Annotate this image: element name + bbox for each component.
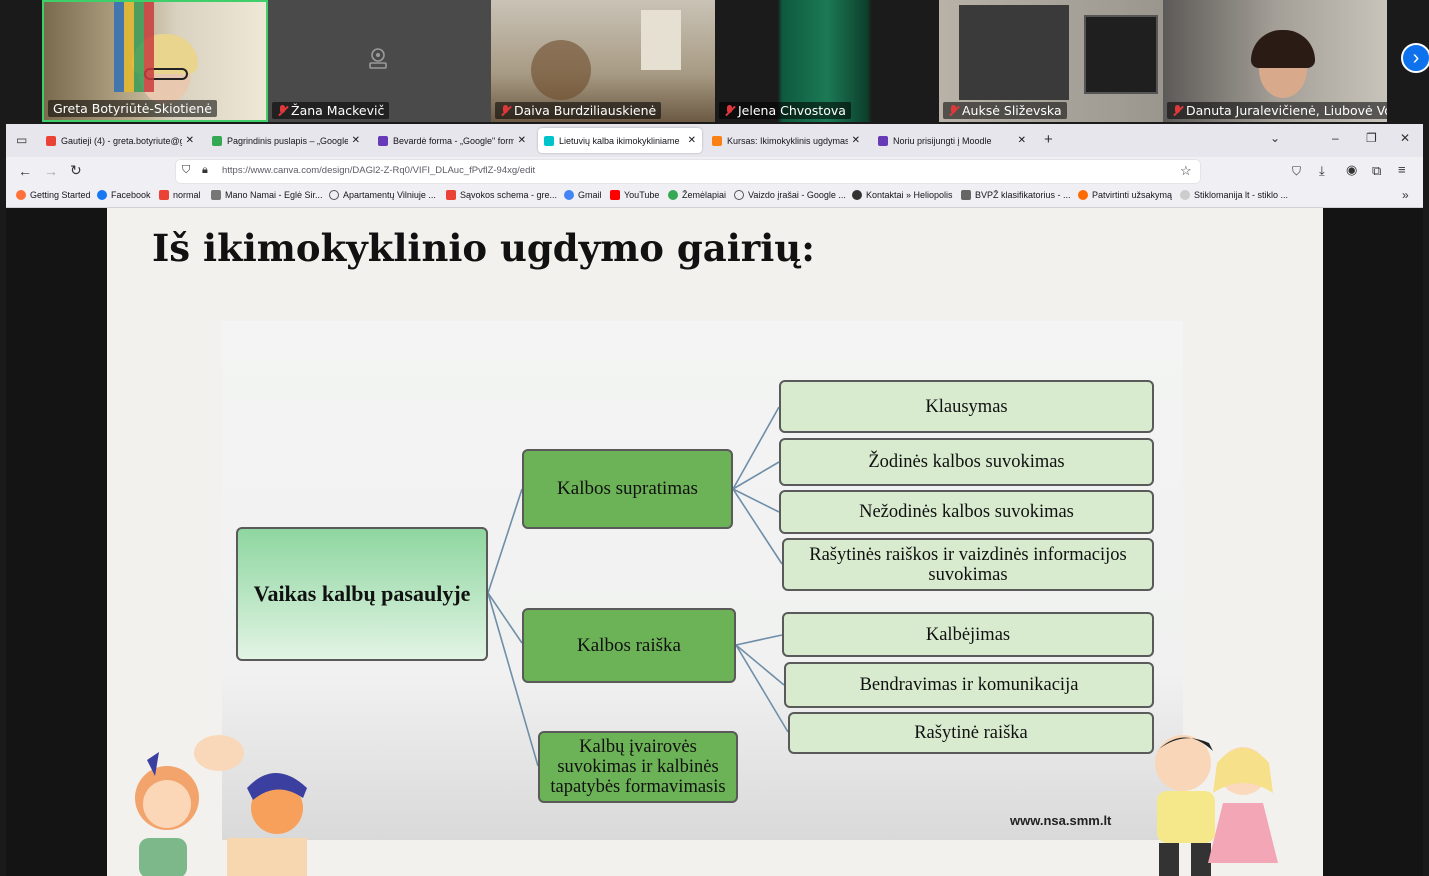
reload-icon[interactable]: ↻ — [70, 162, 82, 179]
bookmark-item[interactable]: Vaizdo įrašai - Google ... — [734, 185, 846, 205]
forms-icon — [378, 135, 388, 146]
bookmark-item[interactable]: Facebook — [97, 185, 151, 205]
diagram-leaf-node: Žodinės kalbos suvokimas — [779, 438, 1154, 486]
video-strip: Greta Botyriūtė-Skiotienė Žana Mackevič … — [0, 0, 1429, 122]
diagram-leaf-node: Nežodinės kalbos suvokimas — [779, 490, 1154, 534]
canva-icon — [544, 135, 554, 146]
back-arrow-icon[interactable]: ← — [18, 163, 32, 179]
drive-icon — [212, 135, 222, 146]
pocket-icon[interactable]: ⛉ — [1292, 164, 1301, 179]
close-tab-icon[interactable]: ✕ — [1018, 135, 1026, 146]
diagram-leaf-node: Kalbėjimas — [782, 612, 1154, 657]
bookmark-item[interactable]: Patvirtinti užsakymą — [1078, 185, 1172, 205]
bookmark-item[interactable]: normal — [159, 185, 201, 205]
diagram-branch-node: Kalbos raiška — [522, 608, 736, 683]
participant-name: Žana Mackevič — [272, 102, 390, 119]
muted-mic-icon — [500, 104, 511, 117]
diagram-leaf-node: Rašytinės raiškos ir vaizdinės informaci… — [782, 538, 1154, 591]
bookmark-item[interactable]: Kontaktai » Heliopolis — [852, 185, 953, 205]
participant-tile[interactable]: Daiva Burdziliauskienė — [491, 0, 715, 122]
wall-tv — [1084, 15, 1158, 94]
diagram-leaf-node: Bendravimas ir komunikacija — [784, 662, 1154, 708]
camera-off-icon — [366, 46, 390, 70]
forms-icon — [878, 135, 888, 146]
presentation-slide: Iš ikimokyklinio ugdymo gairių: Vaikas k… — [107, 208, 1323, 876]
chevron-right-icon: › — [1412, 47, 1420, 69]
browser-tab[interactable]: Pagrindinis puslapis – „Google ✕ — [206, 128, 366, 153]
diagram-leaf-node: Klausymas — [779, 380, 1154, 433]
diagram-branch-node: Kalbų įvairovės suvokimas ir kalbinės ta… — [538, 731, 738, 803]
participant-tile[interactable]: Žana Mackevič — [268, 0, 491, 122]
close-tab-icon[interactable]: ✕ — [852, 135, 860, 146]
diagram-root-node: Vaikas kalbų pasaulyje — [236, 527, 488, 661]
close-tab-icon[interactable]: ✕ — [688, 135, 696, 146]
muted-mic-icon — [948, 104, 959, 117]
browser-tab-active[interactable]: Lietuvių kalba ikimokykliniame ✕ — [538, 128, 702, 153]
tab-list-icon[interactable]: ▭ — [16, 133, 27, 147]
bookmark-item[interactable]: Apartamentų Vilniuje ... — [329, 185, 436, 205]
participant-name: Auksė Sliževska — [943, 102, 1067, 119]
participant-name: Danuta Juralevičienė, Liubovė Vo... — [1167, 102, 1387, 119]
participant-name: Daiva Burdziliauskienė — [495, 102, 662, 119]
bookmark-item[interactable]: Stiklomanija lt - stiklo ... — [1180, 185, 1288, 205]
forward-arrow-icon[interactable]: → — [44, 163, 58, 179]
shield-icon[interactable]: ⛉ — [182, 164, 190, 177]
concept-diagram: Vaikas kalbų pasaulyje Kalbos supratimas… — [222, 321, 1183, 840]
next-page-button[interactable]: › — [1401, 43, 1429, 73]
browser-tab[interactable]: Gautieji (4) - greta.botyriute@g ✕ — [40, 128, 200, 153]
menu-icon[interactable]: ≡ — [1398, 162, 1406, 177]
url-text[interactable]: https://www.canva.com/design/DAGl2-Z-Rq0… — [222, 165, 535, 176]
minimize-button[interactable]: – — [1332, 131, 1339, 145]
browser-tab[interactable]: Noriu prisijungti į Moodle ✕ — [872, 128, 1032, 153]
extensions-icon[interactable]: ⧉ — [1372, 163, 1381, 179]
download-icon[interactable]: ⤓ — [1319, 163, 1325, 179]
close-window-button[interactable]: ✕ — [1400, 131, 1410, 145]
browser-tab[interactable]: Bevardė forma - „Google" form ✕ — [372, 128, 532, 153]
browser-window: ▭ Gautieji (4) - greta.botyriute@g ✕ Pagr… — [6, 124, 1423, 208]
participant-tile[interactable]: Greta Botyriūtė-Skiotienė — [42, 0, 268, 122]
address-bar[interactable]: ⛉ 🔒︎ https://www.canva.com/design/DAGl2-… — [176, 160, 1200, 183]
bookmark-item[interactable]: Gmail — [564, 185, 602, 205]
diagram-branch-node: Kalbos supratimas — [522, 449, 733, 529]
participant-tile[interactable]: Danuta Juralevičienė, Liubovė Vo... — [1163, 0, 1387, 122]
more-bookmarks-chevron-icon[interactable]: » — [1402, 188, 1409, 202]
bookmark-item[interactable]: YouTube — [610, 185, 659, 205]
source-url: www.nsa.smm.lt — [1010, 813, 1112, 828]
browser-tab[interactable]: Kursas: Ikimokyklinis ugdymas (✕ — [706, 128, 866, 153]
bookmark-item[interactable]: Mano Namai - Eglė Sir... — [211, 185, 323, 205]
bookmark-item[interactable]: Getting Started — [16, 185, 91, 205]
new-tab-button[interactable]: + — [1044, 131, 1053, 148]
bookmark-item[interactable]: Sąvokos schema - gre... — [446, 185, 557, 205]
slide-title: Iš ikimokyklinio ugdymo gairių: — [152, 226, 815, 270]
bookmark-item[interactable]: Žemėlapiai — [668, 185, 726, 205]
participant-tile[interactable]: Auksė Sliževska — [939, 0, 1163, 122]
bookmark-item[interactable]: BVPŽ klasifikatorius - ... — [961, 185, 1071, 205]
bookmark-star-icon[interactable]: ☆ — [1180, 163, 1192, 179]
moodle-icon — [712, 135, 722, 146]
close-tab-icon[interactable]: ✕ — [186, 135, 194, 146]
close-tab-icon[interactable]: ✕ — [352, 135, 360, 146]
muted-mic-icon — [724, 104, 735, 117]
notice-board — [959, 5, 1069, 100]
restore-button[interactable]: ❐ — [1366, 131, 1377, 145]
participant-hair — [1251, 30, 1315, 68]
participant-name: Jelena Chvostova — [719, 102, 851, 119]
lock-icon[interactable]: 🔒︎ — [202, 164, 208, 177]
tree-decoration — [531, 40, 591, 100]
diagram-leaf-node: Rašytinė raiška — [788, 712, 1154, 754]
gmail-icon — [46, 135, 56, 146]
account-icon[interactable]: ◉ — [1346, 162, 1357, 178]
bookshelf — [114, 2, 154, 92]
tab-overflow-chevron-icon[interactable]: ⌄ — [1270, 131, 1280, 145]
cartoon-children-left — [135, 735, 307, 876]
participant-tile[interactable]: Jelena Chvostova — [715, 0, 939, 122]
muted-mic-icon — [1172, 104, 1183, 117]
wall-poster — [641, 10, 681, 70]
muted-mic-icon — [277, 104, 288, 117]
tab-bar: ▭ Gautieji (4) - greta.botyriute@g ✕ Pagr… — [6, 124, 1423, 157]
close-tab-icon[interactable]: ✕ — [518, 135, 526, 146]
participant-name: Greta Botyriūtė-Skiotienė — [48, 100, 217, 117]
cartoon-children-right — [1155, 735, 1278, 876]
